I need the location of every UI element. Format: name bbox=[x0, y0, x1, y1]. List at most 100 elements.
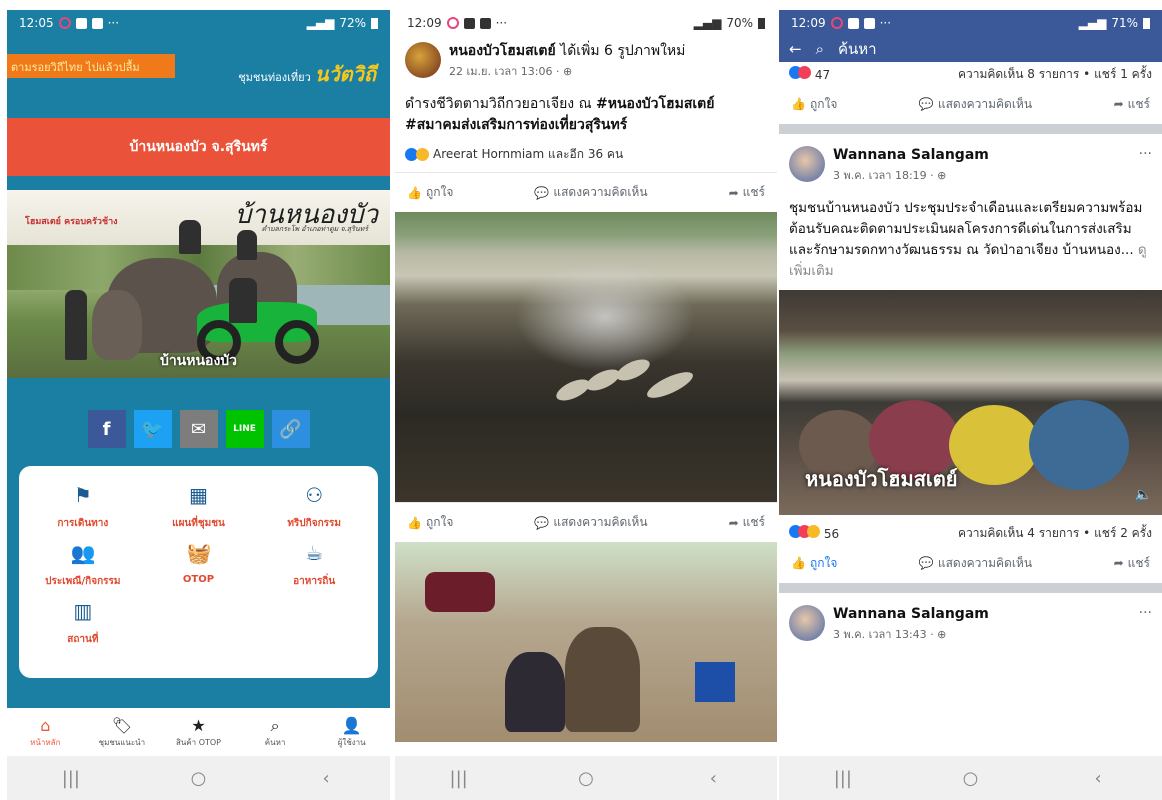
link-share-button[interactable]: 🔗 bbox=[271, 410, 310, 448]
post-photo-grilled-fish[interactable] bbox=[395, 212, 777, 502]
menu-item[interactable]: ▥ สถานที่ bbox=[25, 600, 141, 654]
video-caption: หนองบัวโฮมสเตย์ bbox=[805, 467, 958, 491]
comment-button[interactable]: 💬 แสดงความคิดเห็น bbox=[919, 95, 1032, 114]
share-buttons: f 🐦 ✉ LINE 🔗 bbox=[7, 410, 390, 448]
author-avatar[interactable] bbox=[789, 146, 825, 182]
globe-icon: ⊕ bbox=[562, 65, 573, 78]
comment-button[interactable]: 💬 แสดงความคิดเห็น bbox=[919, 554, 1032, 573]
bottom-nav-home[interactable]: ⌂ หน้าหลัก bbox=[10, 716, 80, 749]
phone-screen-facebook-feed: 12:09 ··· ▂▄▆ 71% ← ⌕ ค้นหา 47 ความคิดเห็น… bbox=[779, 10, 1162, 800]
like-label: ถูกใจ bbox=[425, 515, 454, 529]
author-avatar[interactable] bbox=[789, 605, 825, 641]
comments-shares-summary: ความคิดเห็น 4 รายการ • แชร์ 2 ครั้ง bbox=[957, 525, 1152, 540]
menu-item[interactable]: ⚇ ทริปกิจกรรม bbox=[256, 484, 372, 538]
bottom-nav-search[interactable]: ⌕ ค้นหา bbox=[240, 716, 310, 749]
comments-shares-summary: ความคิดเห็น 8 รายการ • แชร์ 1 ครั้ง bbox=[957, 66, 1152, 81]
share-button[interactable]: ➦ แชร์ bbox=[729, 513, 765, 532]
share-button[interactable]: ➦ แชร์ bbox=[1114, 554, 1150, 573]
bottom-nav-label: หน้าหลัก bbox=[30, 737, 61, 747]
post-stats[interactable]: 56 ความคิดเห็น 4 รายการ • แชร์ 2 ครั้ง bbox=[779, 523, 1162, 543]
comment-icon: 💬 bbox=[534, 515, 550, 530]
menu-item[interactable]: ▦ แผนที่ชุมชน bbox=[141, 484, 257, 538]
back-button[interactable]: ‹ bbox=[296, 768, 356, 789]
bottom-nav-user[interactable]: 👤 ผู้ใช้งาน bbox=[317, 716, 387, 749]
home-button[interactable]: ○ bbox=[940, 768, 1000, 789]
post-video-meeting[interactable]: หนองบัวโฮมสเตย์ 🔈 bbox=[779, 290, 1162, 515]
menu-item[interactable]: 👥 ประเพณี/กิจกรรม bbox=[25, 542, 141, 596]
hero-homestay-label: โฮมสเตย์ ครอบครัวช้าง bbox=[25, 217, 118, 227]
facebook-share-button[interactable]: f bbox=[87, 410, 126, 448]
home-button[interactable]: ○ bbox=[168, 768, 228, 789]
home-button[interactable]: ○ bbox=[556, 768, 616, 789]
community-label: ชุมชนท่องเที่ยว bbox=[238, 71, 311, 84]
post-text: ดำรงชีวิตตามวิถีกวยอาเจียง ณ #หนองบัวโฮม… bbox=[395, 86, 777, 144]
line-share-button[interactable]: LINE bbox=[225, 410, 264, 448]
like-button[interactable]: 👍 ถูกใจ bbox=[407, 513, 453, 532]
post-action: ได้เพิ่ม 6 รูปภาพใหม่ bbox=[555, 43, 686, 59]
post-author[interactable]: หนองบัวโฮมสเตย์ bbox=[449, 43, 556, 59]
comment-icon: 💬 bbox=[918, 97, 934, 111]
menu-item[interactable]: ☕ อาหารถิ่น bbox=[256, 542, 372, 596]
site-brand[interactable]: ชุมชนท่องเที่ยว นวัตวิถี bbox=[238, 58, 376, 90]
share-button[interactable]: ➦ แชร์ bbox=[1114, 95, 1150, 114]
brand-label: นวัตวิถี bbox=[314, 62, 376, 86]
share-button[interactable]: ➦ แชร์ bbox=[729, 183, 765, 202]
comment-button[interactable]: 💬 แสดงความคิดเห็น bbox=[534, 183, 647, 202]
hashtag-link[interactable]: #หนองบัวโฮมสเตย์ bbox=[596, 96, 714, 112]
bottom-navigation: ⌂ หน้าหลัก 🏷 ชุมชนแนะนำ ★ สินค้า OTOP ⌕ ค้นหา 👤 ผ… bbox=[7, 708, 390, 756]
back-button[interactable]: ‹ bbox=[683, 768, 743, 789]
app-icon bbox=[446, 17, 459, 29]
like-button[interactable]: 👍 ถูกใจ bbox=[407, 183, 453, 202]
recent-apps-button[interactable]: ||| bbox=[41, 768, 101, 789]
bottom-nav-tags[interactable]: 🏷 ชุมชนแนะนำ bbox=[87, 716, 157, 749]
hero-image[interactable]: โฮมสเตย์ ครอบครัวช้าง บ้านหนองบัว ตำบลกร… bbox=[7, 190, 390, 378]
thumbs-up-icon: 👍 bbox=[407, 515, 422, 530]
more-options-icon[interactable]: ··· bbox=[1139, 605, 1152, 621]
reactions-summary[interactable]: Areerat Hornmiam และอีก 36 คน bbox=[395, 144, 777, 164]
post-time[interactable]: 3 พ.ค. เวลา 18:19 · bbox=[833, 169, 937, 182]
search-icon[interactable]: ⌕ bbox=[816, 40, 824, 58]
user-icon: 👤 bbox=[341, 715, 362, 735]
search-input[interactable]: ค้นหา bbox=[838, 37, 877, 61]
hashtag-link[interactable]: #สมาคมส่งเสริมการท่องเที่ยวสุรินทร์ bbox=[405, 117, 627, 133]
status-bar: 12:09 ··· ▂▄▆ 70% bbox=[395, 10, 777, 36]
menu-item[interactable]: 🧺 OTOP bbox=[141, 542, 257, 596]
recent-apps-button[interactable]: ||| bbox=[429, 768, 489, 789]
comment-icon: 💬 bbox=[534, 185, 550, 200]
map-icon: ▦ bbox=[189, 483, 208, 507]
post-body: ดำรงชีวิตตามวิถีกวยอาเจียง ณ bbox=[405, 96, 597, 112]
post-time[interactable]: 3 พ.ค. เวลา 13:43 · bbox=[833, 628, 937, 641]
line-icon: LINE bbox=[233, 424, 256, 434]
thumbs-up-icon: 👍 bbox=[407, 185, 422, 200]
previous-post-stats[interactable]: 47 ความคิดเห็น 8 รายการ • แชร์ 1 ครั้ง bbox=[779, 64, 1162, 84]
status-time: 12:09 bbox=[407, 16, 442, 30]
email-share-button[interactable]: ✉ bbox=[179, 410, 218, 448]
back-arrow-icon[interactable]: ← bbox=[789, 40, 802, 58]
post-photo-people-eating[interactable] bbox=[395, 542, 777, 742]
search-icon: ⌕ bbox=[270, 715, 280, 735]
battery-level: 72% bbox=[339, 16, 366, 30]
volume-icon[interactable]: 🔈 bbox=[1135, 487, 1152, 503]
post-time[interactable]: 22 เม.ย. เวลา 13:06 · bbox=[449, 65, 563, 78]
reaction-count: 47 bbox=[814, 68, 831, 82]
menu-item[interactable]: ⚑ การเดินทาง bbox=[25, 484, 141, 538]
status-time: 12:09 bbox=[791, 16, 826, 30]
people-icon: 👥 bbox=[70, 541, 96, 565]
recent-apps-button[interactable]: ||| bbox=[813, 768, 873, 789]
comment-button[interactable]: 💬 แสดงความคิดเห็น bbox=[534, 513, 647, 532]
menu-item-label: OTOP bbox=[182, 574, 215, 585]
like-button[interactable]: 👍 ถูกใจ bbox=[791, 95, 837, 114]
search-header: ← ⌕ ค้นหา bbox=[779, 36, 1162, 62]
wow-reaction-icon bbox=[807, 525, 820, 538]
bottom-nav-star[interactable]: ★ สินค้า OTOP bbox=[163, 716, 233, 749]
comment-label: แสดงความคิดเห็น bbox=[553, 185, 648, 199]
more-options-icon[interactable]: ··· bbox=[1139, 146, 1152, 162]
back-button[interactable]: ‹ bbox=[1068, 768, 1128, 789]
post-author[interactable]: Wannana Salangam bbox=[833, 606, 989, 622]
facebook-icon: f bbox=[102, 418, 111, 440]
post-author[interactable]: Wannana Salangam bbox=[833, 147, 989, 163]
like-button[interactable]: 👍 ถูกใจ bbox=[791, 554, 837, 573]
twitter-share-button[interactable]: 🐦 bbox=[133, 410, 172, 448]
page-avatar[interactable] bbox=[405, 42, 441, 78]
gallery-icon bbox=[847, 17, 859, 29]
